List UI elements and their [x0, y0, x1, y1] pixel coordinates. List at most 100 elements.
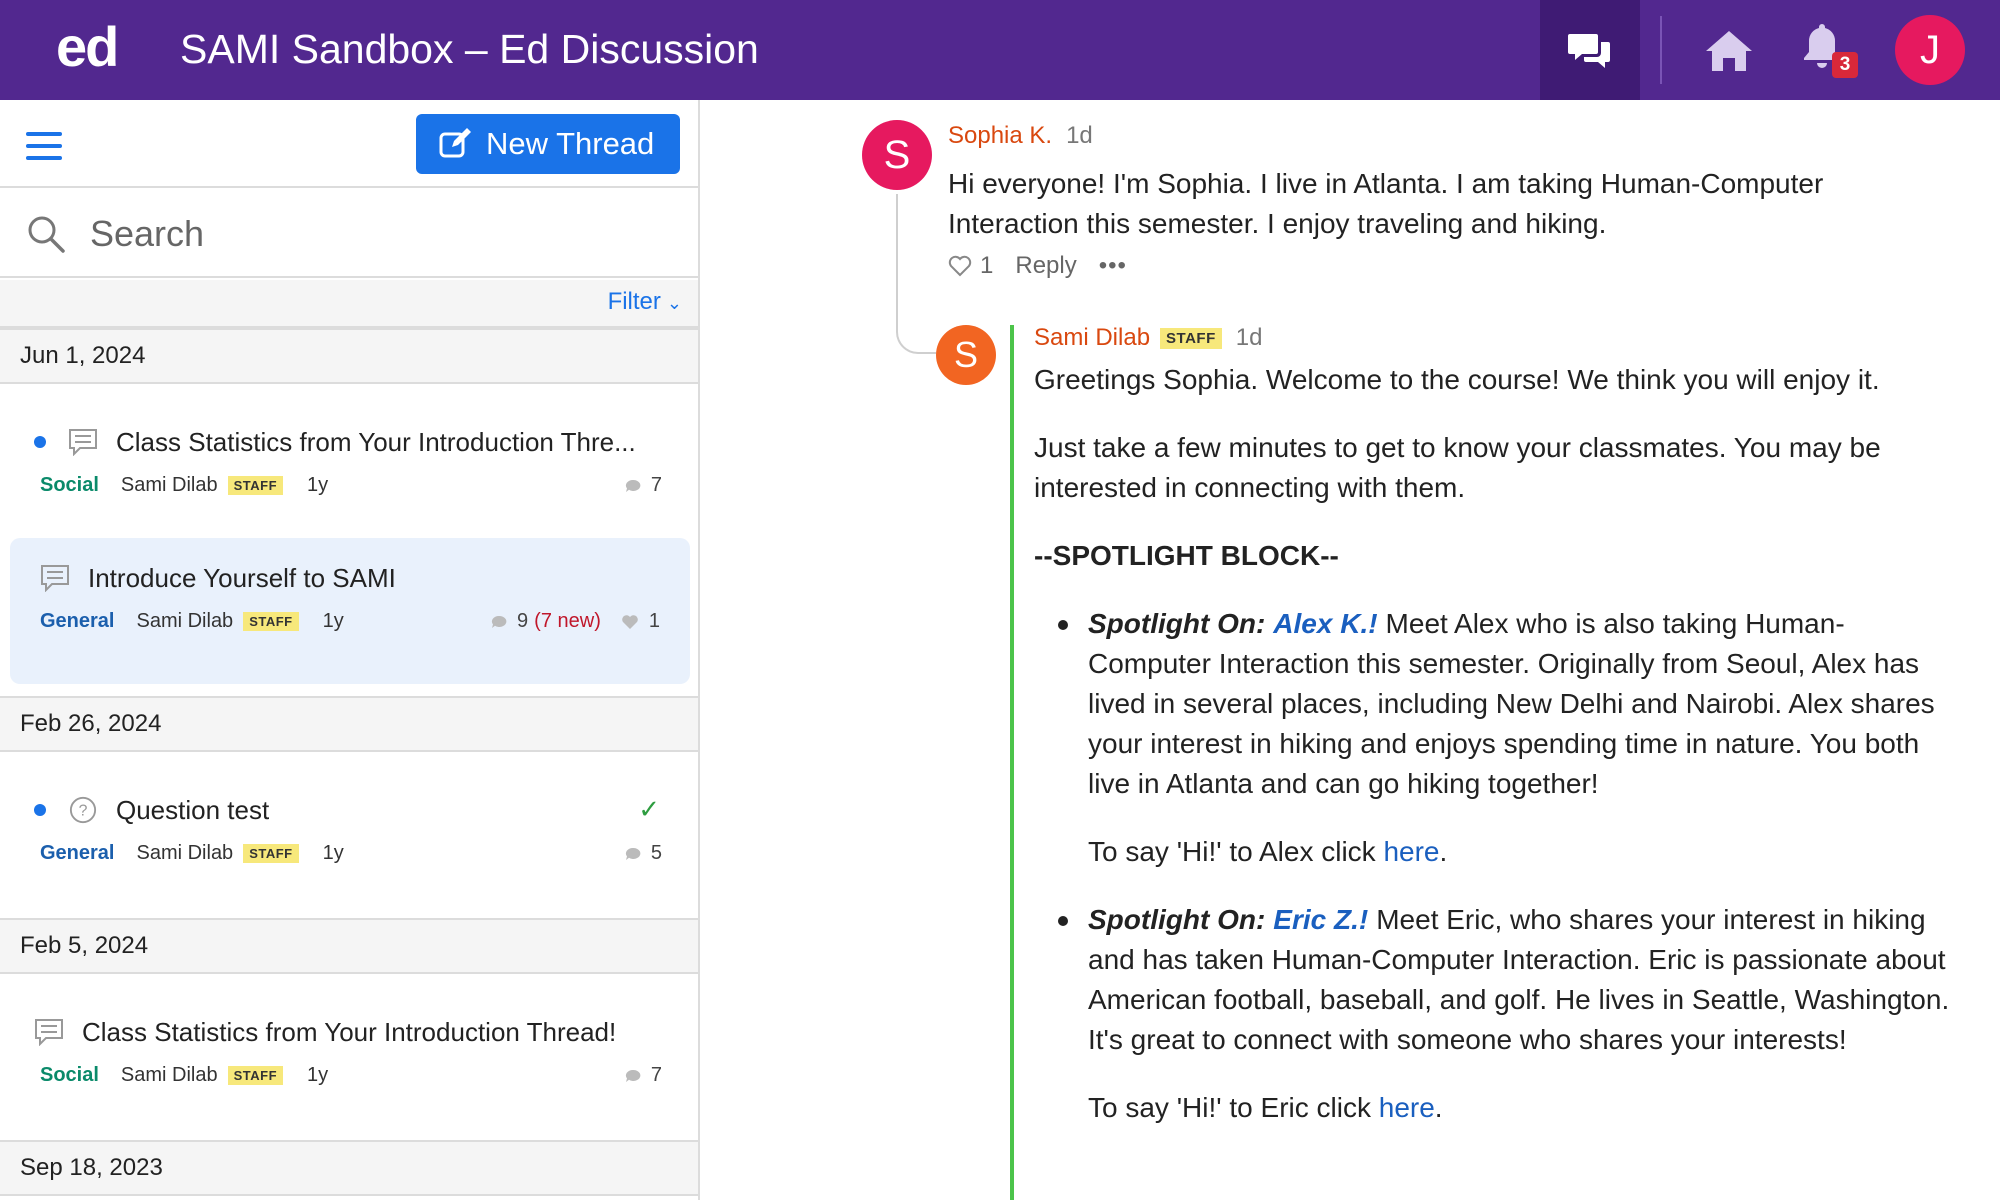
- notifications-button[interactable]: 3: [1800, 20, 1858, 80]
- date-header: Jun 1, 2024: [0, 328, 698, 384]
- author-avatar[interactable]: S: [862, 120, 932, 190]
- thread-age: 1y: [307, 1064, 329, 1086]
- comment-count: 5: [650, 842, 662, 864]
- thread-category: General: [40, 610, 115, 632]
- like-count: 1: [648, 610, 660, 632]
- check-icon: ✓: [638, 794, 660, 824]
- thread-icon: [69, 429, 97, 456]
- thread-title: Question test: [116, 794, 270, 825]
- new-comment-count: (7 new): [534, 610, 601, 632]
- date-header: Feb 5, 2024: [0, 918, 698, 974]
- spotlight-label: Spotlight On:: [1088, 904, 1266, 935]
- notification-badge: 3: [1832, 52, 1858, 78]
- thread-icon: [41, 565, 69, 592]
- comment-age: 1d: [1066, 122, 1093, 149]
- search-input[interactable]: [90, 208, 670, 260]
- thread-category: Social: [40, 474, 99, 496]
- author-avatar[interactable]: S: [936, 325, 996, 385]
- thread-list-item[interactable]: ? Question test ✓ General Sami Dilab STA…: [0, 790, 698, 900]
- search-bar: [0, 190, 698, 278]
- new-thread-label: New Thread: [486, 126, 655, 161]
- like-count: 1: [980, 252, 994, 279]
- thread-author: Sami Dilab: [120, 1064, 218, 1086]
- unread-dot: [34, 804, 46, 816]
- say-hi-text: To say 'Hi!' to Alex click: [1088, 836, 1384, 867]
- say-hi-suffix: .: [1439, 836, 1448, 867]
- staff-badge: STAFF: [243, 612, 299, 631]
- staff-badge: STAFF: [1160, 327, 1222, 349]
- reply-paragraph: Just take a few minutes to get to know y…: [1034, 432, 1881, 503]
- chevron-down-icon: ⌄: [666, 293, 682, 313]
- thread-age: 1y: [322, 842, 344, 864]
- svg-text:?: ?: [79, 803, 88, 820]
- spotlight-name: Alex K.!: [1273, 608, 1378, 639]
- unread-dot: [34, 436, 46, 448]
- thread-category: General: [40, 842, 115, 864]
- spotlight-item: Spotlight On: Eric Z.! Meet Eric, who shar…: [1058, 900, 1964, 1128]
- comment-body: Hi everyone! I'm Sophia. I live in Atlan…: [948, 168, 1824, 239]
- filter-row: Filter ⌄: [0, 280, 698, 328]
- comment-author[interactable]: Sophia K.: [948, 122, 1052, 150]
- thread-detail-pane: S Sophia K. 1d Hi everyone! I'm Sophia. …: [702, 100, 2000, 1200]
- thread-age: 1y: [307, 474, 329, 496]
- staff-badge: STAFF: [243, 844, 299, 863]
- comment-header: Sami Dilab STAFF 1d: [1034, 324, 1262, 352]
- spotlight-block-title: --SPOTLIGHT BLOCK--: [1034, 540, 1339, 571]
- staff-badge: STAFF: [227, 476, 284, 495]
- ed-logo[interactable]: ed: [56, 14, 119, 79]
- staff-reply-bar: [1010, 325, 1014, 1200]
- reply-body: Greetings Sophia. Welcome to the course!…: [1034, 360, 1964, 1156]
- comment-actions: 1 Reply •••: [948, 252, 1127, 280]
- heart-icon[interactable]: [948, 255, 972, 277]
- thread-list-pane: New Thread Filter⌄ Jun 1, 2024 Class Sta…: [0, 100, 700, 1200]
- say-hi-text: To say 'Hi!' to Eric click: [1088, 1092, 1379, 1123]
- thread-author: Sami Dilab: [136, 842, 234, 864]
- comment-count: 7: [650, 474, 662, 496]
- reply-button[interactable]: Reply: [1015, 252, 1076, 280]
- thread-age: 1y: [322, 610, 344, 632]
- thread-list-item-selected[interactable]: Introduce Yourself to SAMI General Sami …: [10, 538, 690, 684]
- thread-title: Class Statistics from Your Introduction …: [116, 426, 636, 457]
- say-hi-suffix: .: [1434, 1092, 1443, 1123]
- thread-title: Introduce Yourself to SAMI: [88, 562, 396, 593]
- comment-header: Sophia K. 1d: [948, 122, 1093, 150]
- say-hi-link[interactable]: here: [1383, 836, 1439, 867]
- nav-home-button[interactable]: [1700, 22, 1758, 80]
- thread-author: Sami Dilab: [136, 610, 234, 632]
- thread-list-item[interactable]: Class Statistics from Your Introduction …: [0, 1012, 698, 1122]
- edit-icon: [439, 128, 471, 158]
- thread-list-toolbar: New Thread: [0, 100, 698, 188]
- reply-paragraph: Greetings Sophia. Welcome to the course!…: [1034, 364, 1880, 395]
- thread-author: Sami Dilab: [120, 474, 218, 496]
- spotlight-name: Eric Z.!: [1273, 904, 1369, 935]
- hamburger-icon[interactable]: [26, 132, 62, 160]
- comment-icon: [625, 479, 641, 492]
- spotlight-item: Spotlight On: Alex K.! Meet Alex who is al…: [1058, 604, 1964, 872]
- search-icon: [28, 216, 65, 253]
- spotlight-label: Spotlight On:: [1088, 608, 1266, 639]
- nav-discussion-button[interactable]: [1540, 0, 1640, 100]
- date-header: Sep 18, 2023: [0, 1140, 698, 1196]
- top-bar: ed SAMI Sandbox – Ed Discussion 3 J: [0, 0, 2000, 100]
- home-icon: [1706, 31, 1752, 71]
- nav-divider: [1660, 16, 1662, 84]
- comment-icon: [625, 1069, 641, 1082]
- question-icon: ?: [69, 796, 97, 824]
- comment-count: 9: [517, 610, 529, 632]
- comment-icon: [625, 847, 641, 860]
- heart-icon: [622, 614, 638, 629]
- comment-icon: [491, 615, 507, 628]
- user-avatar[interactable]: J: [1895, 15, 1965, 85]
- comment-author[interactable]: Sami Dilab: [1034, 324, 1150, 352]
- thread-icon: [35, 1019, 63, 1046]
- filter-label: Filter: [607, 288, 661, 315]
- date-header: Feb 26, 2024: [0, 696, 698, 752]
- thread-category: Social: [40, 1064, 99, 1086]
- staff-badge: STAFF: [227, 1066, 284, 1085]
- more-options-button[interactable]: •••: [1099, 252, 1127, 280]
- filter-dropdown[interactable]: Filter ⌄: [608, 288, 682, 316]
- thread-list-item[interactable]: Class Statistics from Your Introduction …: [0, 422, 698, 532]
- say-hi-link[interactable]: here: [1379, 1092, 1435, 1123]
- new-thread-button[interactable]: New Thread: [416, 114, 680, 174]
- thread-title: Class Statistics from Your Introduction …: [82, 1016, 617, 1047]
